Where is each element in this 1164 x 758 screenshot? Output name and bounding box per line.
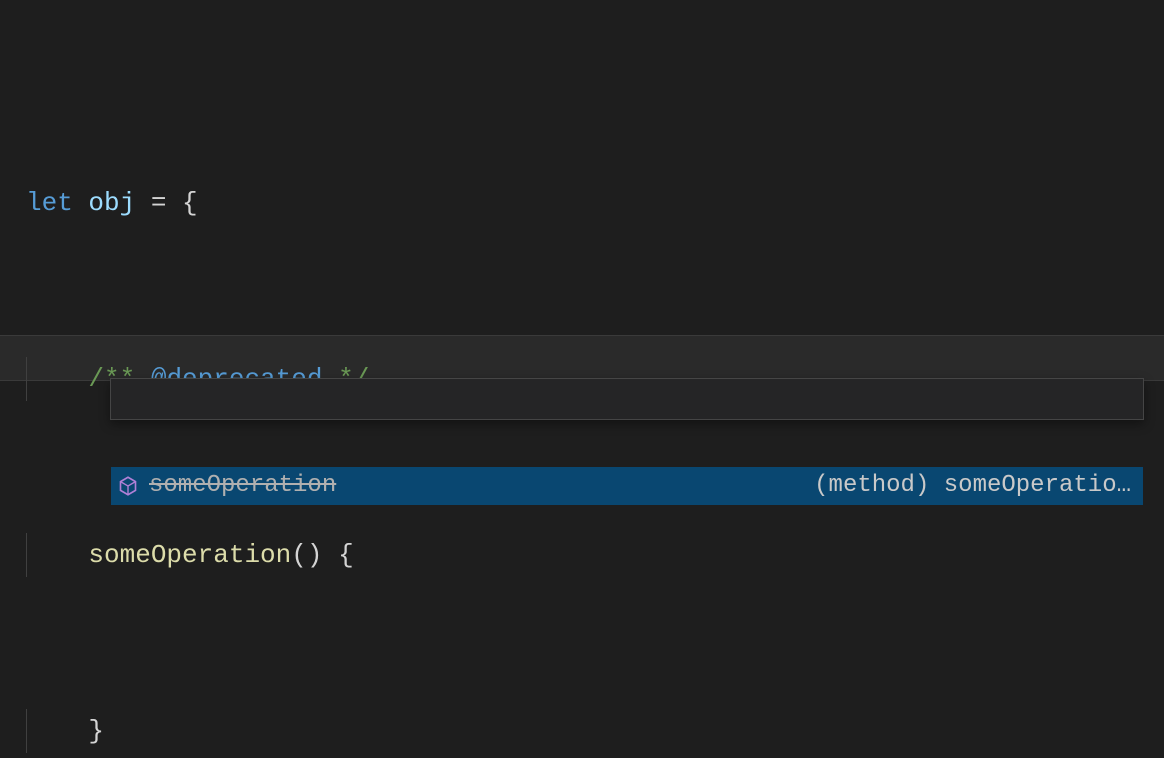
- code-editor[interactable]: let obj = { /** @deprecated */ someOpera…: [0, 0, 1164, 758]
- suggest-item-label: someOperation: [145, 464, 336, 508]
- suggest-item[interactable]: someOperation (method) someOperatio…: [111, 467, 1143, 505]
- indent: [26, 716, 88, 746]
- indent: [26, 540, 88, 570]
- keyword-let: let: [26, 188, 73, 218]
- code-line: let obj = {: [26, 181, 1164, 225]
- indent: [26, 364, 88, 394]
- suggest-widget[interactable]: someOperation (method) someOperatio…: [110, 378, 1144, 420]
- identifier-obj: obj: [88, 188, 135, 218]
- equals: =: [135, 188, 182, 218]
- code-line: }: [26, 709, 1164, 753]
- space: [73, 188, 89, 218]
- suggest-item-detail: (method) someOperatio…: [814, 464, 1143, 508]
- method-icon: [111, 476, 145, 496]
- brace-open: {: [182, 188, 198, 218]
- brace-close: }: [88, 716, 104, 746]
